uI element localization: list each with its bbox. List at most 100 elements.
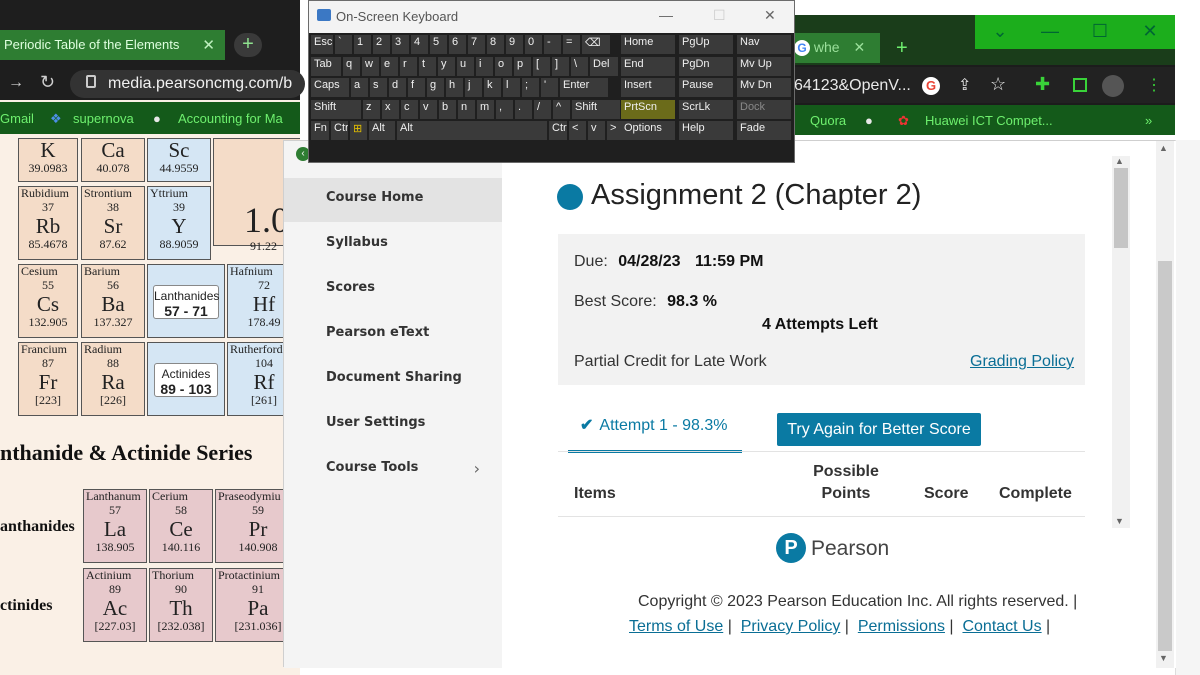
key-1-2[interactable]: w [362,56,379,76]
menu-icon[interactable]: ⋮ [1146,75,1162,95]
key-2-4[interactable]: f [408,78,425,97]
key-0-11[interactable]: 0 [525,35,542,54]
key-3-9[interactable]: . [515,99,532,119]
key-4-0[interactable]: Fn [311,121,329,140]
maximize-button[interactable]: ☐ [1075,15,1125,49]
address-bar[interactable]: 64123&OpenV... G ⇪ ☆ ✚ ⋮ [790,67,1175,103]
nav-key-1-2[interactable]: Mv Up [737,56,791,76]
key-0-14[interactable]: ⌫ [582,35,610,54]
key-0-13[interactable]: = [563,35,580,54]
key-3-2[interactable]: x [382,99,399,119]
nav-key-4-1[interactable]: Help [679,121,733,140]
key-1-14[interactable]: Del [590,56,618,76]
key-2-8[interactable]: k [484,78,501,97]
key-1-12[interactable]: ] [552,56,569,76]
key-3-1[interactable]: z [363,99,380,119]
key-3-4[interactable]: v [420,99,437,119]
scroll-up-icon[interactable]: ▲ [1159,143,1168,153]
key-3-7[interactable]: m [477,99,494,119]
nav-key-1-0[interactable]: End [621,56,675,76]
key-1-9[interactable]: o [495,56,512,76]
key-1-8[interactable]: i [476,56,493,76]
sidebar-item-scores[interactable]: Scores [284,268,502,312]
key-0-0[interactable]: Esc [311,35,333,54]
key-0-10[interactable]: 9 [506,35,523,54]
key-1-6[interactable]: y [438,56,455,76]
nav-key-2-2[interactable]: Mv Dn [737,78,791,97]
more-bookmarks[interactable]: » [1145,113,1152,128]
key-3-11[interactable]: ^ [553,99,570,119]
key-1-10[interactable]: p [514,56,531,76]
actinides-box[interactable]: Actinides 89 - 103 [154,363,218,397]
new-tab-button[interactable]: + [234,33,262,57]
address-bar[interactable]: media.pearsoncmg.com/b [70,70,305,98]
inner-scrollbar[interactable]: ▲ ▼ [1112,156,1130,528]
nav-key-3-1[interactable]: ScrLk [679,99,733,119]
sidebar-item-course-home[interactable]: Course Home [284,178,502,222]
bookmark-huawei[interactable]: Huawei ICT Compet... [925,113,1053,128]
key-1-1[interactable]: q [343,56,360,76]
key-3-0[interactable]: Shift [311,99,361,119]
key-2-0[interactable]: Caps [311,78,349,97]
nav-key-0-0[interactable]: Home [621,35,675,54]
key-3-12[interactable]: Shift [572,99,620,119]
key-0-12[interactable]: - [544,35,561,54]
tab-periodic-table[interactable]: Periodic Table of the Elements ✕ [0,30,225,60]
bookmark-accounting[interactable]: Accounting for Ma [178,111,283,126]
key-2-12[interactable]: Enter [560,78,608,97]
key-0-2[interactable]: 1 [354,35,371,54]
key-4-1[interactable]: Ctrl [331,121,348,140]
key-3-3[interactable]: c [401,99,418,119]
key-0-9[interactable]: 8 [487,35,504,54]
key-4-4[interactable]: Alt [397,121,547,140]
nav-key-2-1[interactable]: Pause [679,78,733,97]
new-tab-button[interactable]: + [896,37,908,60]
share-icon[interactable]: ⇪ [958,75,971,95]
key-3-10[interactable]: / [534,99,551,119]
key-2-7[interactable]: j [465,78,482,97]
nav-key-2-0[interactable]: Insert [621,78,675,97]
keyboard-titlebar[interactable]: On-Screen Keyboard — ☐ ✕ [309,1,794,33]
key-1-5[interactable]: t [419,56,436,76]
sidebar-item-syllabus[interactable]: Syllabus [284,223,502,267]
key-4-3[interactable]: Alt [369,121,395,140]
bookmark-gmail[interactable]: Gmail [0,111,34,126]
key-4-2[interactable]: ⊞ [350,121,367,140]
close-icon[interactable]: ✕ [853,39,865,55]
sidebar-item-document-sharing[interactable]: Document Sharing [284,358,502,402]
permissions-link[interactable]: Permissions [858,618,945,635]
minimize-button[interactable]: — [1025,15,1075,49]
key-3-8[interactable]: , [496,99,513,119]
try-again-button[interactable]: Try Again for Better Score [777,413,981,446]
key-0-6[interactable]: 5 [430,35,447,54]
key-1-0[interactable]: Tab [311,56,341,76]
key-4-7[interactable]: v [588,121,605,140]
sidebar-item-user-settings[interactable]: User Settings [284,403,502,447]
key-1-3[interactable]: e [381,56,398,76]
google-icon[interactable]: G [922,77,940,95]
extensions-icon[interactable]: ✚ [1035,74,1050,95]
maximize-icon[interactable]: ☐ [713,7,726,24]
nav-key-4-0[interactable]: Options [621,121,675,140]
tab-search-button[interactable]: ⌄ [975,15,1025,49]
key-0-1[interactable]: ` [335,35,352,54]
key-2-9[interactable]: l [503,78,520,97]
tab-google[interactable]: G whe ✕ [790,33,880,63]
key-3-5[interactable]: b [439,99,456,119]
key-2-5[interactable]: g [427,78,444,97]
scroll-up-icon[interactable]: ▲ [1115,156,1124,166]
bookmark-quora[interactable]: Quora [810,113,846,128]
key-4-5[interactable]: Ctrl [549,121,567,140]
sidebar-item-course-tools[interactable]: Course Tools › [284,448,502,492]
forward-icon[interactable]: → [8,74,24,92]
sidebar-item-pearson-etext[interactable]: Pearson eText [284,313,502,357]
close-window-button[interactable]: ✕ [1125,15,1175,49]
nav-key-0-1[interactable]: PgUp [679,35,733,54]
key-1-11[interactable]: [ [533,56,550,76]
key-0-3[interactable]: 2 [373,35,390,54]
key-1-7[interactable]: u [457,56,474,76]
bookmark-supernova[interactable]: supernova [73,111,134,126]
key-0-8[interactable]: 7 [468,35,485,54]
key-3-6[interactable]: n [458,99,475,119]
key-1-13[interactable]: \ [571,56,588,76]
